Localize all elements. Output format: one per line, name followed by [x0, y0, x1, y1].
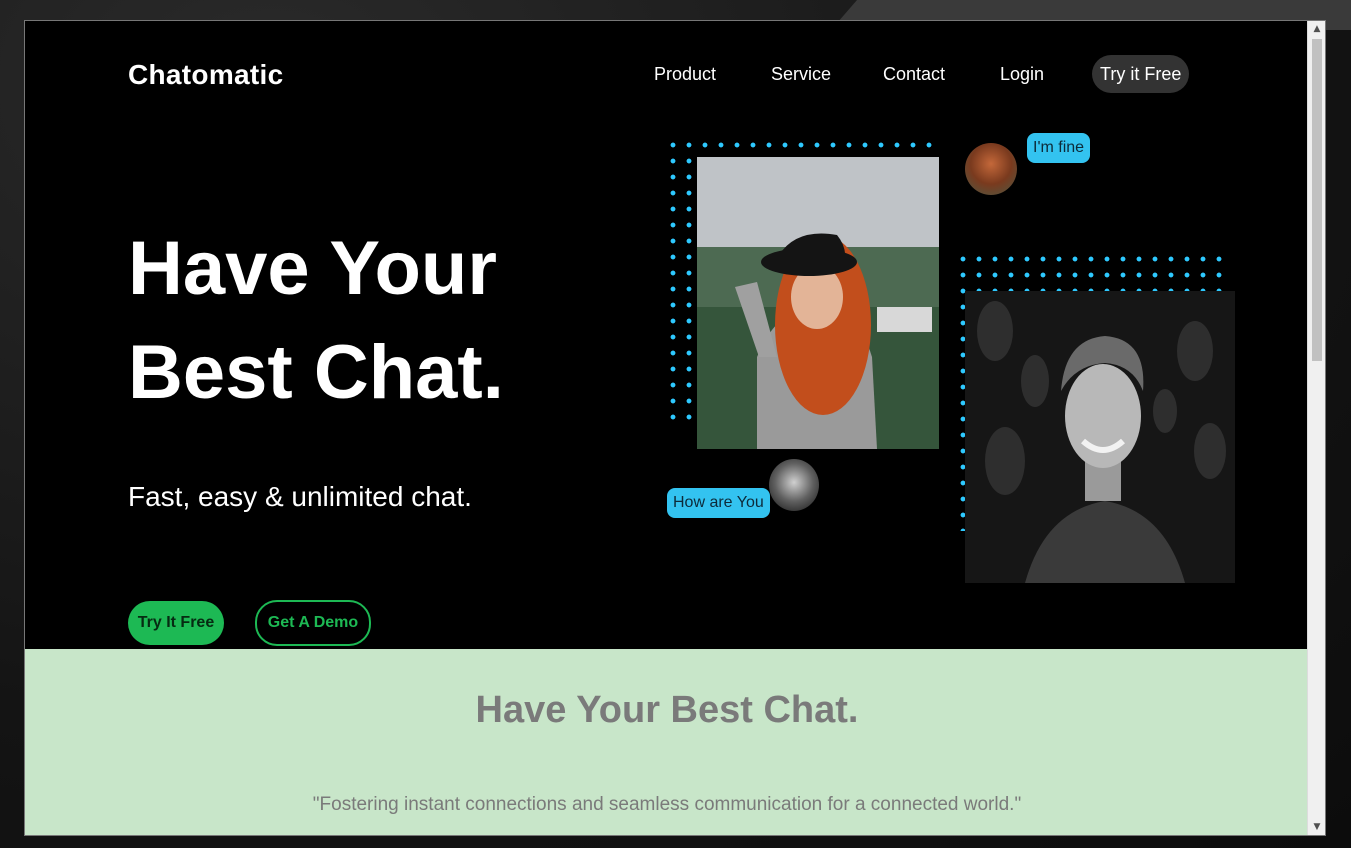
hero-headline: Have Your Best Chat.	[128, 217, 648, 425]
tagline-section: Have Your Best Chat. "Fostering instant …	[25, 649, 1309, 835]
woman-photo	[697, 157, 939, 449]
woman-avatar	[965, 143, 1017, 195]
scroll-thumb[interactable]	[1312, 39, 1322, 361]
scroll-up-arrow-icon[interactable]: ▲	[1308, 21, 1325, 37]
hero-headline-line1: Have Your	[128, 226, 497, 311]
browser-window: Chatomatic Product Service Contact Login…	[24, 20, 1326, 836]
nav-item-contact[interactable]: Contact	[883, 55, 945, 93]
vertical-scrollbar[interactable]: ▲ ▼	[1307, 21, 1325, 835]
hero-headline-line2: Best Chat.	[128, 330, 504, 415]
section-quote: "Fostering instant connections and seaml…	[312, 794, 1022, 815]
nav-item-product[interactable]: Product	[654, 55, 716, 93]
nav-try-free-button[interactable]: Try it Free	[1092, 55, 1190, 93]
man-photo	[965, 291, 1235, 583]
chat-bubble-how-are-you: How are You	[667, 488, 770, 518]
top-nav: Product Service Contact Login Try it Fre…	[25, 55, 1309, 93]
nav-item-service[interactable]: Service	[771, 55, 831, 93]
page-content: Chatomatic Product Service Contact Login…	[25, 21, 1309, 835]
get-a-demo-button[interactable]: Get A Demo	[255, 600, 371, 646]
woman-figure-illustration	[697, 157, 939, 449]
chat-bubble-im-fine: I'm fine	[1027, 133, 1091, 163]
hero-section: Chatomatic Product Service Contact Login…	[25, 21, 1309, 649]
scroll-down-arrow-icon[interactable]: ▼	[1308, 819, 1325, 835]
man-avatar	[769, 459, 819, 511]
nav-item-login[interactable]: Login	[1000, 55, 1044, 93]
try-it-free-button[interactable]: Try It Free	[128, 601, 224, 645]
section-title: Have Your Best Chat.	[475, 689, 859, 731]
man-figure-illustration	[965, 291, 1235, 583]
hero-subheading: Fast, easy & unlimited chat.	[128, 481, 472, 512]
